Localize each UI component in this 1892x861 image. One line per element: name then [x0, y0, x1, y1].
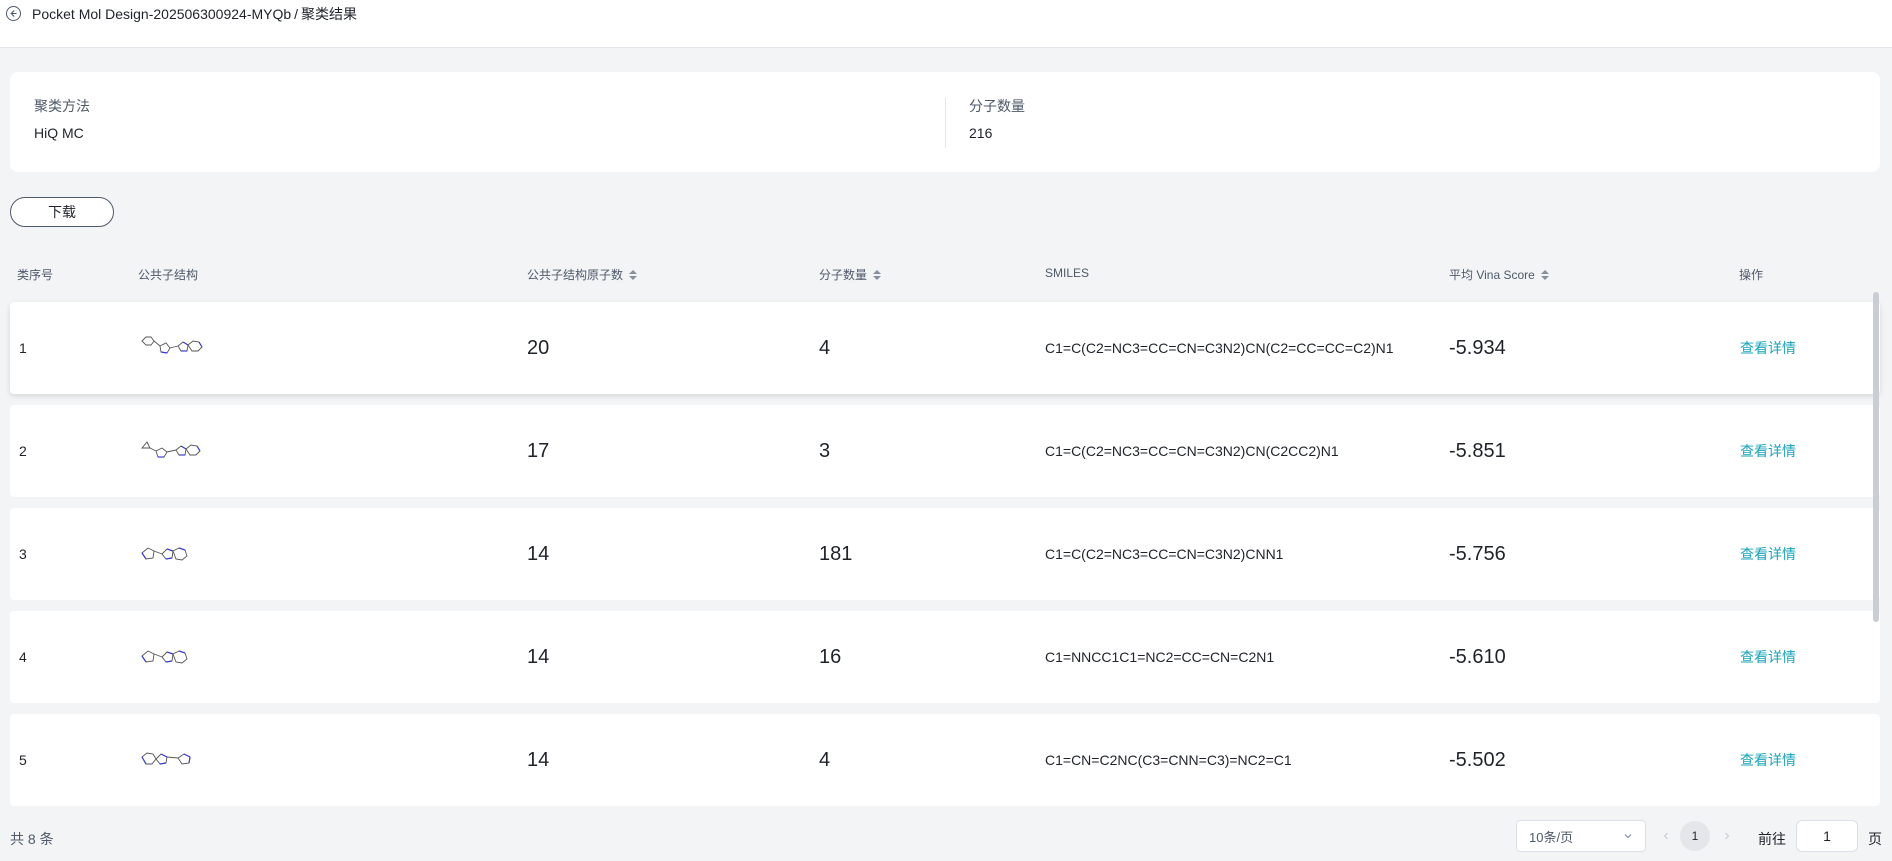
- page-size-select[interactable]: 10条/页: [1516, 820, 1646, 852]
- column-header-structure-label: 公共子结构: [138, 268, 199, 282]
- table-row[interactable]: 3 14 181 C1=C(C2=NC3=CC=CN=C3N2)CNN1 -5.…: [10, 508, 1880, 600]
- cell-atoms: 20: [527, 336, 550, 359]
- view-details-link[interactable]: 查看详情: [1740, 405, 1796, 497]
- cyclopropyl-pyrazoline-imidazopyridine-structure-icon: [141, 441, 201, 458]
- column-header-action: 操作: [1739, 266, 1763, 283]
- structure-thumbnail[interactable]: [138, 302, 210, 394]
- cell-index: 1: [19, 340, 27, 356]
- cell-index: 3: [19, 546, 27, 562]
- pyrazole-imidazopyridine-structure-icon: [141, 752, 191, 765]
- column-header-atoms[interactable]: 公共子结构原子数: [527, 266, 638, 283]
- goto-page-input[interactable]: [1796, 820, 1858, 852]
- cell-count: 4: [819, 748, 831, 771]
- cell-score: -5.934: [1449, 336, 1506, 359]
- back-button[interactable]: [6, 6, 21, 21]
- total-count: 共 8 条: [10, 831, 54, 847]
- cell-smiles: C1=CN=C2NC(C3=CNN=C3)=NC2=C1: [1045, 752, 1292, 768]
- cell-score: -5.851: [1449, 439, 1506, 462]
- download-button[interactable]: 下载: [10, 197, 114, 227]
- cell-smiles: C1=C(C2=NC3=CC=CN=C3N2)CN(C2=CC=CC=C2)N1: [1045, 340, 1394, 356]
- sort-icon[interactable]: [1540, 269, 1549, 280]
- arrow-left-icon: [10, 10, 17, 17]
- cell-count: 3: [819, 439, 831, 462]
- view-details-link[interactable]: 查看详情: [1740, 302, 1796, 394]
- view-details-link[interactable]: 查看详情: [1740, 508, 1796, 600]
- sort-icon[interactable]: [873, 269, 882, 280]
- column-header-atoms-label: 公共子结构原子数: [527, 268, 624, 282]
- summary-card: 聚类方法 HiQ MC 分子数量 216: [10, 72, 1880, 172]
- column-header-count[interactable]: 分子数量: [819, 266, 882, 283]
- view-details-link[interactable]: 查看详情: [1740, 611, 1796, 703]
- column-header-score-label: 平均 Vina Score: [1449, 268, 1535, 282]
- structure-thumbnail[interactable]: [138, 405, 210, 497]
- chevron-right-icon: [1725, 832, 1730, 840]
- breadcrumb-current: 聚类结果: [301, 6, 358, 22]
- breadcrumb: Pocket Mol Design-202506300924-MYQb / 聚类结果: [32, 4, 357, 24]
- cell-smiles: C1=NNCC1C1=NC2=CC=CN=C2N1: [1045, 649, 1275, 665]
- column-header-index-label: 类序号: [17, 268, 54, 282]
- method-label: 聚类方法: [34, 98, 90, 114]
- column-header-index: 类序号: [17, 266, 53, 283]
- column-header-smiles-label: SMILES: [1045, 266, 1090, 280]
- chevron-down-icon: [1624, 834, 1632, 839]
- count-block: 分子数量 216: [969, 96, 1025, 141]
- cell-score: -5.756: [1449, 542, 1506, 565]
- column-header-score[interactable]: 平均 Vina Score: [1449, 266, 1549, 283]
- goto-label: 前往: [1758, 831, 1786, 847]
- table-header: 类序号 公共子结构 公共子结构原子数 分子数量 SMILES 平均 Vina S…: [10, 258, 1880, 288]
- chevron-left-icon: [1663, 832, 1668, 840]
- cell-score: -5.502: [1449, 748, 1506, 771]
- pyrazoline-imidazopyridine-structure-icon: [141, 650, 188, 664]
- table-row[interactable]: 5 14 4 C1=CN=C2NC(C3=CNN=C3)=NC2=C1 -5.5…: [10, 714, 1880, 806]
- top-bar: Pocket Mol Design-202506300924-MYQb / 聚类结果: [0, 0, 1892, 48]
- structure-thumbnail[interactable]: [138, 611, 210, 703]
- pyrazoline-imidazopyridine-structure-icon: [141, 547, 188, 561]
- cell-index: 2: [19, 443, 27, 459]
- cell-score: -5.610: [1449, 645, 1506, 668]
- structure-thumbnail[interactable]: [138, 714, 210, 806]
- cell-index: 4: [19, 649, 27, 665]
- cell-atoms: 14: [527, 645, 550, 668]
- cell-atoms: 14: [527, 542, 550, 565]
- cell-smiles: C1=C(C2=NC3=CC=CN=C3N2)CNN1: [1045, 546, 1284, 562]
- table-row[interactable]: 1 20 4 C1=C(C2=NC3=CC=CN=C3N2)CN(C2=CC=C…: [10, 302, 1880, 394]
- column-header-action-label: 操作: [1739, 268, 1764, 282]
- sort-icon[interactable]: [629, 269, 638, 280]
- structure-thumbnail[interactable]: [138, 508, 210, 600]
- table-row[interactable]: 4 14 16 C1=NNCC1C1=NC2=CC=CN=C2N1 -5.610…: [10, 611, 1880, 703]
- table-row[interactable]: 2 17 3 C1=C(C2=NC3=CC=CN=C3N2)CN(C2CC2)N…: [10, 405, 1880, 497]
- phenyl-pyrazoline-imidazopyridine-structure-icon: [141, 336, 203, 354]
- cell-atoms: 17: [527, 439, 550, 462]
- column-header-smiles: SMILES: [1045, 266, 1089, 280]
- summary-divider: [945, 98, 946, 148]
- cell-index: 5: [19, 752, 27, 768]
- page-size-value: 10条/页: [1529, 829, 1574, 845]
- cell-count: 181: [819, 542, 853, 565]
- next-page-button[interactable]: [1717, 826, 1737, 846]
- count-value: 216: [969, 125, 993, 141]
- view-details-link[interactable]: 查看详情: [1740, 714, 1796, 806]
- cell-count: 4: [819, 336, 831, 359]
- breadcrumb-project[interactable]: Pocket Mol Design-202506300924-MYQb: [32, 6, 291, 22]
- cell-atoms: 14: [527, 748, 550, 771]
- breadcrumb-separator: /: [294, 6, 299, 22]
- method-value: HiQ MC: [34, 125, 84, 141]
- method-block: 聚类方法 HiQ MC: [34, 96, 90, 141]
- count-label: 分子数量: [969, 98, 1025, 114]
- previous-page-button[interactable]: [1656, 826, 1676, 846]
- goto-unit: 页: [1868, 831, 1882, 847]
- page-number-button[interactable]: 1: [1680, 821, 1710, 851]
- cell-smiles: C1=C(C2=NC3=CC=CN=C3N2)CN(C2CC2)N1: [1045, 443, 1339, 459]
- column-header-structure: 公共子结构: [138, 266, 198, 283]
- column-header-count-label: 分子数量: [819, 268, 868, 282]
- cell-count: 16: [819, 645, 842, 668]
- table-scrollbar[interactable]: [1873, 292, 1879, 622]
